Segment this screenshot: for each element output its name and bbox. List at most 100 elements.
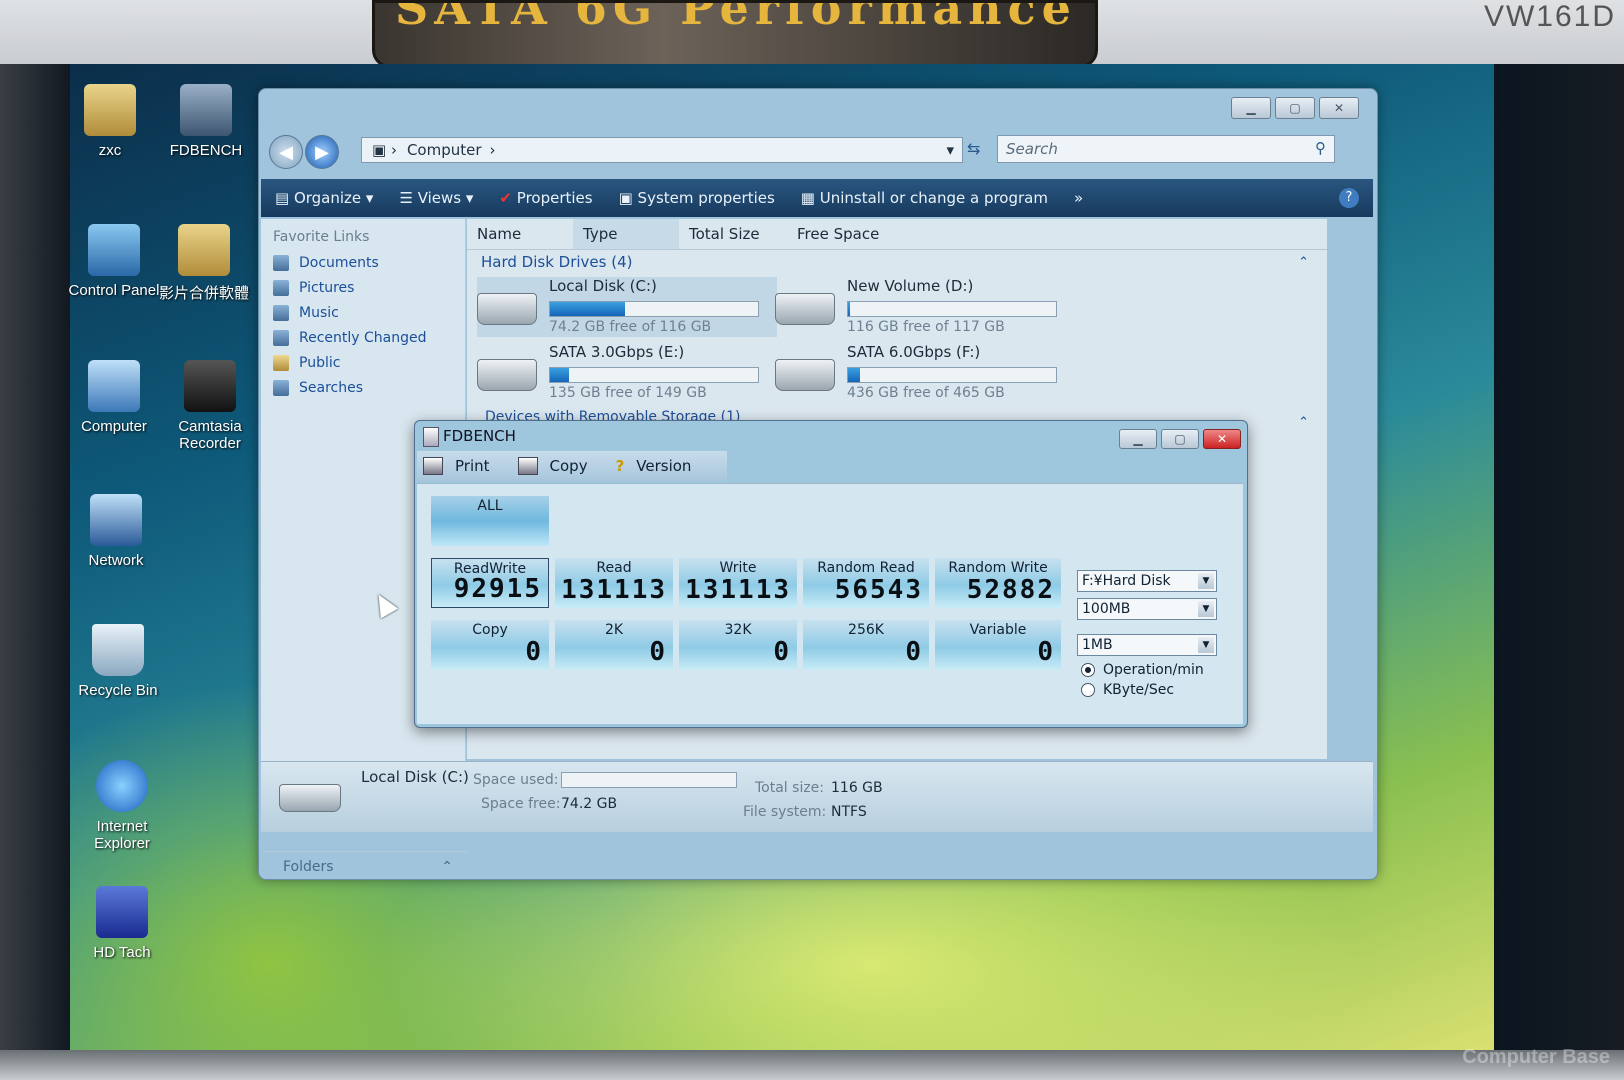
drive-c[interactable]: Local Disk (C:) 74.2 GB free of 116 GB [477, 277, 777, 337]
copy-test-button[interactable]: Copy 0 [431, 620, 549, 670]
read-button[interactable]: Read 131113 [555, 558, 673, 608]
search-icon[interactable]: ⚲ [1315, 139, 1326, 157]
address-bar[interactable]: ▣ › Computer › ▾ [361, 137, 963, 163]
favorite-links-title: Favorite Links [273, 229, 370, 245]
random-write-button[interactable]: Random Write 52882 [935, 558, 1061, 608]
views-button[interactable]: ☰ Views ▾ [399, 189, 473, 207]
space-free-value: 74.2 GB [561, 796, 618, 812]
column-headers: Name Type Total Size Free Space [467, 219, 1327, 250]
chevron-up-icon[interactable]: ⌃ [1298, 415, 1309, 430]
forward-button[interactable]: ▶ [305, 135, 339, 169]
hard-disk-icon [477, 359, 537, 391]
favorite-pictures[interactable]: Pictures [261, 276, 465, 301]
fdbench-icon [180, 84, 232, 136]
window-controls: ▁ ▢ ✕ [1231, 97, 1359, 119]
dropdown-arrow-icon[interactable]: ▾ [946, 141, 954, 159]
desktop-icon-camtasia[interactable]: Camtasia Recorder [160, 360, 260, 452]
fdbench-panel: ALL ReadWrite 92915 Read 131113 Write 13… [417, 483, 1243, 724]
file-system-label: File system: [743, 804, 827, 820]
watermark: Computer Base [1462, 1046, 1610, 1068]
column-name[interactable]: Name [467, 219, 573, 249]
question-icon: ? [615, 457, 625, 475]
drive-d[interactable]: New Volume (D:) 116 GB free of 117 GB [775, 277, 1075, 337]
back-button[interactable]: ◀ [269, 135, 303, 169]
favorite-recently-changed[interactable]: Recently Changed [261, 326, 465, 351]
help-icon[interactable]: ? [1339, 188, 1359, 208]
total-size-label: Total size: [755, 780, 825, 796]
maximize-button[interactable]: ▢ [1161, 429, 1199, 449]
test-2k-button[interactable]: 2K 0 [555, 620, 673, 670]
details-pane: Local Disk (C:) Space used: Space free: … [261, 761, 1373, 832]
2k-value: 0 [649, 637, 667, 667]
space-used-bar [561, 772, 737, 788]
drive-usage-bar [549, 367, 759, 383]
fdbench-title: FDBENCH [443, 427, 516, 445]
fdbench-title-icon [423, 427, 439, 447]
column-type[interactable]: Type [573, 219, 679, 249]
version-button[interactable]: ? Version [616, 457, 706, 475]
minimize-button[interactable]: ▁ [1231, 97, 1271, 119]
copy-value: 0 [525, 637, 543, 667]
favorite-searches[interactable]: Searches [261, 376, 465, 401]
minimize-button[interactable]: ▁ [1119, 429, 1157, 449]
refresh-icon[interactable]: ⇆ [967, 139, 993, 163]
column-free-space[interactable]: Free Space [787, 219, 907, 249]
size-select[interactable]: 100MB ▼ [1077, 598, 1217, 620]
hd-tach-icon [96, 886, 148, 938]
test-variable-button[interactable]: Variable 0 [935, 620, 1061, 670]
searches-icon [273, 380, 289, 396]
file-system-value: NTFS [831, 804, 867, 820]
folder-icon [84, 84, 136, 136]
desktop-icon-network[interactable]: Network [66, 494, 166, 569]
unit-operation-radio[interactable]: Operation/min [1081, 662, 1204, 678]
computer-icon [88, 360, 140, 412]
maximize-button[interactable]: ▢ [1275, 97, 1315, 119]
dropdown-arrow-icon: ▼ [1198, 637, 1214, 653]
sticker-text: SATA 6G Performance [395, 0, 1077, 35]
desktop-icon-computer[interactable]: Computer [64, 360, 164, 435]
read-value: 131113 [561, 575, 667, 605]
favorite-public[interactable]: Public [261, 351, 465, 376]
monitor-bezel-bottom [0, 1050, 1624, 1080]
desktop-icon-video-merge[interactable]: 影片合併軟體 [154, 224, 254, 303]
folders-toggle[interactable]: Folders ⌃ [263, 851, 467, 881]
group-hard-disk-drives[interactable]: Hard Disk Drives (4) [481, 253, 632, 271]
details-drive-name: Local Disk (C:) [361, 768, 469, 786]
desktop-icon-zxc[interactable]: zxc [60, 84, 160, 159]
random-read-button[interactable]: Random Read 56543 [803, 558, 929, 608]
checkmark-icon: ✔ [499, 189, 512, 207]
write-button[interactable]: Write 131113 [679, 558, 797, 608]
desktop-icon-control-panel[interactable]: Control Panel [64, 224, 164, 299]
readwrite-button[interactable]: ReadWrite 92915 [431, 558, 549, 608]
documents-icon [273, 255, 289, 271]
unit-kbyte-radio[interactable]: KByte/Sec [1081, 682, 1174, 698]
test-32k-button[interactable]: 32K 0 [679, 620, 797, 670]
organize-button[interactable]: ▤ Organize ▾ [275, 189, 373, 207]
desktop-icon-fdbench[interactable]: FDBENCH [156, 84, 256, 159]
print-button[interactable]: Print [423, 457, 504, 475]
uninstall-program-button[interactable]: ▦ Uninstall or change a program [801, 189, 1048, 207]
desktop-icon-recycle-bin[interactable]: Recycle Bin [68, 624, 168, 699]
fdbench-window: FDBENCH ▁ ▢ ✕ Print Copy ? Version ALL Re… [414, 420, 1248, 728]
block-size-select[interactable]: 1MB ▼ [1077, 634, 1217, 656]
search-input[interactable]: Search ⚲ [997, 135, 1335, 163]
drive-select[interactable]: F:¥Hard Disk ▼ [1077, 570, 1217, 592]
test-256k-button[interactable]: 256K 0 [803, 620, 929, 670]
hard-disk-icon [775, 359, 835, 391]
properties-button[interactable]: ✔ Properties [499, 189, 592, 207]
chevron-up-icon[interactable]: ⌃ [1298, 255, 1309, 270]
all-button[interactable]: ALL [431, 496, 549, 546]
close-button[interactable]: ✕ [1319, 97, 1359, 119]
desktop-icon-internet-explorer[interactable]: Internet Explorer [72, 760, 172, 852]
column-total-size[interactable]: Total Size [679, 219, 787, 249]
desktop-icon-hd-tach[interactable]: HD Tach [72, 886, 172, 961]
favorite-music[interactable]: Music [261, 301, 465, 326]
drive-f[interactable]: SATA 6.0Gbps (F:) 436 GB free of 465 GB [775, 343, 1075, 403]
system-properties-button[interactable]: ▣ System properties [619, 189, 775, 207]
favorite-documents[interactable]: Documents [261, 251, 465, 276]
close-button[interactable]: ✕ [1203, 429, 1241, 449]
drive-e[interactable]: SATA 3.0Gbps (E:) 135 GB free of 149 GB [477, 343, 777, 403]
more-commands-button[interactable]: » [1074, 189, 1083, 207]
command-bar: ▤ Organize ▾ ☰ Views ▾ ✔ Properties ▣ Sy… [261, 179, 1373, 217]
copy-button[interactable]: Copy [517, 457, 602, 475]
